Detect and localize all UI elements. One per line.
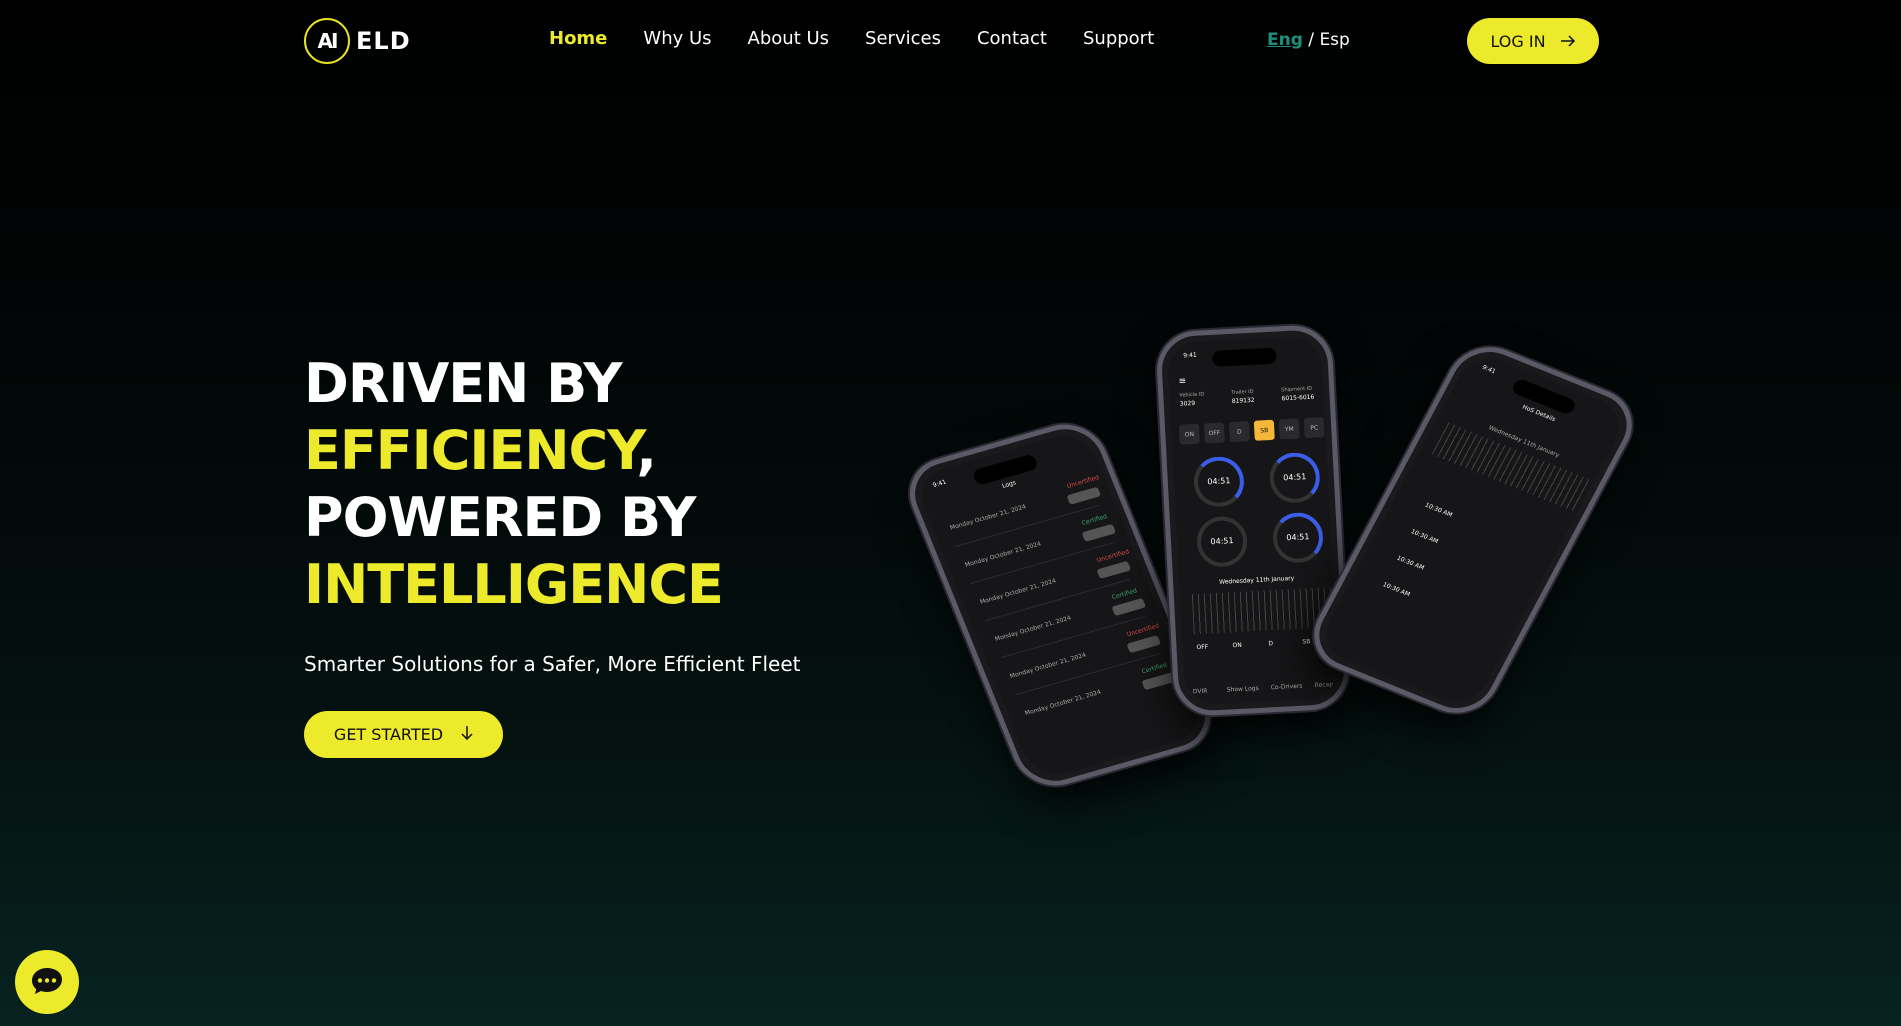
vehicle-id-label: Vehicle ID: [1179, 391, 1205, 399]
hero-comma: ,: [636, 419, 656, 482]
arrow-down-icon: [461, 725, 473, 745]
bottom-nav-co-drivers[interactable]: Co-Drivers: [1271, 683, 1303, 692]
main-nav: Home Why Us About Us Services Contact Su…: [549, 28, 1154, 49]
logo-badge-icon: AI: [304, 18, 350, 64]
language-switcher: Eng / Esp: [1267, 30, 1350, 50]
log-date: Wednesday 11th January: [1219, 574, 1295, 586]
nav-contact[interactable]: Contact: [977, 28, 1047, 49]
lang-esp[interactable]: Esp: [1319, 30, 1349, 50]
duty-tab-on[interactable]: ON: [1178, 423, 1200, 445]
status-time: 9:41: [1183, 351, 1197, 360]
row-divider: [985, 578, 1131, 622]
log-row-status: Certified: [1140, 661, 1169, 676]
get-started-button[interactable]: GET STARTED: [304, 711, 503, 758]
cycle-dial: 04:51: [1195, 515, 1249, 568]
status-off: OFF: [1196, 643, 1209, 652]
event-time: 10:30 AM: [1381, 581, 1412, 599]
dial-value: 04:51: [1207, 476, 1231, 487]
hero-line-2: EFFICIENCY,: [304, 417, 723, 484]
hamburger-menu-icon[interactable]: ≡: [1178, 376, 1186, 386]
login-button[interactable]: LOG IN: [1467, 18, 1599, 64]
uncertify-button[interactable]: [1141, 672, 1177, 691]
logs-title: Logs: [1001, 479, 1018, 490]
shipment-id-label: Shipment ID: [1281, 385, 1313, 394]
row-divider: [1000, 615, 1146, 659]
status-sb: SB: [1302, 638, 1311, 646]
status-time: 9:41: [931, 478, 948, 489]
log-row-date: Monday October 21, 2024: [1008, 651, 1088, 680]
event-time: 10:30 AM: [1423, 501, 1454, 519]
phone-dashboard-screen: 9:41 ≡ Vehicle ID 3029 Trailer ID 819132…: [1166, 335, 1340, 706]
row-divider: [970, 541, 1116, 585]
get-started-label: GET STARTED: [333, 725, 444, 744]
trailer-id-value: 819132: [1231, 396, 1255, 405]
chat-bubble-icon: [30, 966, 64, 999]
logo-text: ELD: [356, 27, 411, 55]
phone-dashboard: 9:41 ≡ Vehicle ID 3029 Trailer ID 819132…: [1155, 323, 1351, 718]
chat-button[interactable]: [15, 950, 79, 1014]
trailer-id-label: Trailer ID: [1231, 388, 1254, 396]
shift-dial: 04:51: [1271, 511, 1325, 564]
duty-tab-d[interactable]: D: [1228, 421, 1250, 443]
shipment-id-value: 6015-6016: [1281, 393, 1315, 403]
log-row-date: Monday October 21, 2024: [963, 540, 1043, 569]
certify-button[interactable]: [1066, 486, 1102, 505]
event-time: 10:30 AM: [1395, 554, 1426, 572]
hero-line-3: POWERED BY: [304, 486, 696, 549]
status-time: 9:41: [1480, 363, 1497, 376]
duty-tab-off[interactable]: OFF: [1203, 422, 1225, 444]
bottom-nav-show-logs[interactable]: Show Logs: [1227, 685, 1259, 694]
bottom-nav-recap[interactable]: Recap: [1315, 681, 1334, 689]
nav-support[interactable]: Support: [1083, 28, 1154, 49]
nav-services[interactable]: Services: [865, 28, 941, 49]
phone-hos-screen: 9:41 HoS Details Wednesday 11th January …: [1315, 349, 1631, 711]
status-d: D: [1268, 640, 1274, 648]
uncertify-button[interactable]: [1081, 523, 1117, 542]
log-row-date: Monday October 21, 2024: [948, 503, 1028, 532]
login-label: LOG IN: [1490, 31, 1546, 51]
lang-eng[interactable]: Eng: [1267, 30, 1303, 50]
log-row-date: Monday October 21, 2024: [1023, 688, 1103, 718]
dial-value: 04:51: [1210, 536, 1234, 547]
certify-button[interactable]: [1126, 635, 1162, 654]
site-logo[interactable]: AI ELD: [304, 18, 411, 64]
event-time: 10:30 AM: [1409, 528, 1440, 546]
log-row-date: Monday October 21, 2024: [993, 614, 1073, 643]
dial-value: 04:51: [1283, 472, 1307, 483]
phone-mockups: 9:41 Logs Monday October 21, 2024 Uncert…: [897, 310, 1647, 800]
duty-tab-ym[interactable]: YM: [1278, 418, 1300, 440]
certify-button[interactable]: [1096, 560, 1132, 579]
hero-subtitle: Smarter Solutions for a Safer, More Effi…: [304, 652, 801, 676]
duty-tab-sb[interactable]: SB: [1253, 419, 1275, 441]
drive-dial: 04:51: [1192, 455, 1246, 509]
dial-value: 04:51: [1286, 532, 1310, 543]
bottom-nav-dvir[interactable]: DVIR: [1193, 688, 1208, 696]
log-row-date: Monday October 21, 2024: [978, 577, 1058, 606]
hero-title: DRIVEN BY EFFICIENCY, POWERED BY INTELLI…: [304, 350, 724, 618]
hero-line-1: DRIVEN BY: [304, 352, 622, 415]
uncertify-button[interactable]: [1111, 597, 1147, 617]
dynamic-island: [1212, 347, 1277, 367]
arrow-right-icon: [1560, 32, 1576, 51]
vehicle-id-value: 3029: [1179, 399, 1196, 408]
row-divider: [955, 504, 1101, 547]
hero-highlight-intelligence: INTELLIGENCE: [304, 553, 724, 616]
lang-separator: /: [1308, 30, 1315, 50]
log-row-status: Certified: [1110, 587, 1139, 602]
site-header: AI ELD Home Why Us About Us Services Con…: [0, 0, 1901, 82]
hero-highlight-efficiency: EFFICIENCY: [304, 419, 637, 482]
nav-about-us[interactable]: About Us: [748, 28, 830, 49]
status-on: ON: [1232, 641, 1242, 650]
nav-home[interactable]: Home: [549, 28, 607, 49]
row-divider: [1015, 652, 1161, 696]
phone-hos-details: 9:41 HoS Details Wednesday 11th January …: [1299, 335, 1647, 725]
log-row-status: Certified: [1080, 513, 1109, 527]
duty-graph: [1191, 586, 1334, 635]
nav-why-us[interactable]: Why Us: [643, 28, 711, 49]
break-dial: 04:51: [1268, 451, 1322, 505]
duty-tab-pc[interactable]: PC: [1303, 417, 1325, 439]
